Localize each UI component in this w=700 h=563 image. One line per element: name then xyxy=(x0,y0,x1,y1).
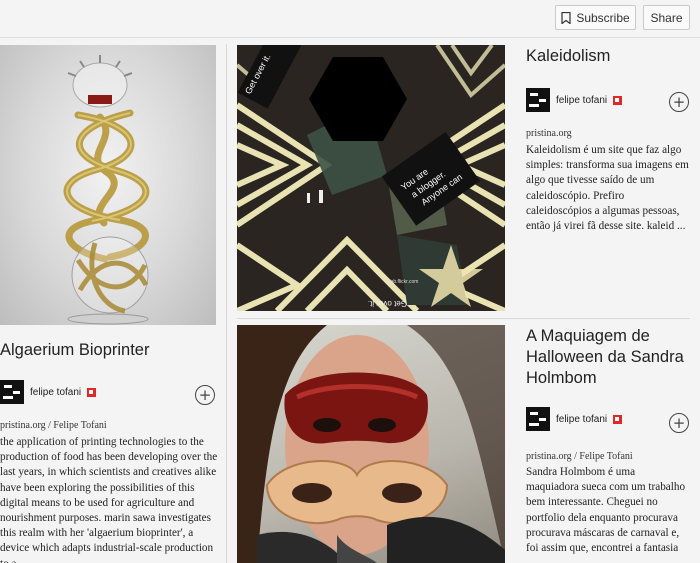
top-bar: Subscribe Share xyxy=(0,0,700,38)
bioprinter-image[interactable] xyxy=(0,45,216,325)
author-row[interactable]: felipe tofani xyxy=(526,88,623,112)
source-line: pristina.org xyxy=(526,128,572,139)
article-excerpt: the application of printing technologies… xyxy=(0,436,218,563)
share-button[interactable]: Share xyxy=(643,5,690,30)
plus-icon: + xyxy=(672,413,686,432)
author-row[interactable]: felipe tofani xyxy=(0,380,97,404)
source-line: pristina.org / Felipe Tofani xyxy=(526,451,633,462)
author-name: felipe tofani xyxy=(30,386,82,398)
column-divider xyxy=(226,44,227,563)
halloween-image[interactable] xyxy=(237,325,505,563)
subscribe-label: Subscribe xyxy=(576,10,630,25)
row-divider xyxy=(237,318,690,319)
avatar xyxy=(526,407,550,431)
bookmark-icon xyxy=(561,11,571,24)
avatar xyxy=(526,88,550,112)
plus-icon: + xyxy=(198,385,212,404)
article-excerpt: Sandra Holmbom é uma maquiadora sueca co… xyxy=(526,466,686,555)
bioprinter-illustration xyxy=(63,55,150,325)
share-label: Share xyxy=(650,10,683,25)
author-name: felipe tofani xyxy=(556,94,608,106)
add-plus-button[interactable]: + xyxy=(669,92,689,112)
add-plus-button[interactable]: + xyxy=(669,413,689,433)
kaleido-caption: xlab.flickr.com xyxy=(387,279,418,285)
subscribe-button[interactable]: Subscribe xyxy=(555,5,636,30)
flag-icon xyxy=(87,387,97,397)
add-plus-button[interactable]: + xyxy=(195,385,215,405)
article-excerpt: Kaleidolism é um site que faz algo simpl… xyxy=(526,144,689,233)
flag-icon xyxy=(613,95,623,105)
article-title[interactable]: Algaerium Bioprinter xyxy=(0,340,216,361)
avatar xyxy=(0,380,24,404)
halloween-illustration xyxy=(237,325,505,563)
kaleidolism-image[interactable]: Get over it. You are a blogger. Anyone c… xyxy=(237,45,505,311)
article-title[interactable]: Kaleidolism xyxy=(526,46,690,67)
source-line: pristina.org / Felipe Tofani xyxy=(0,420,107,431)
article-title[interactable]: A Maquiagem de Halloween da Sandra Holmb… xyxy=(526,326,690,389)
kaleidoscope-illustration: Get over it. You are a blogger. Anyone c… xyxy=(237,45,505,311)
plus-icon: + xyxy=(672,92,686,111)
kaleido-caption: Get over it. xyxy=(368,299,407,308)
flag-icon xyxy=(613,414,623,424)
author-name: felipe tofani xyxy=(556,413,608,425)
author-row[interactable]: felipe tofani xyxy=(526,407,623,431)
